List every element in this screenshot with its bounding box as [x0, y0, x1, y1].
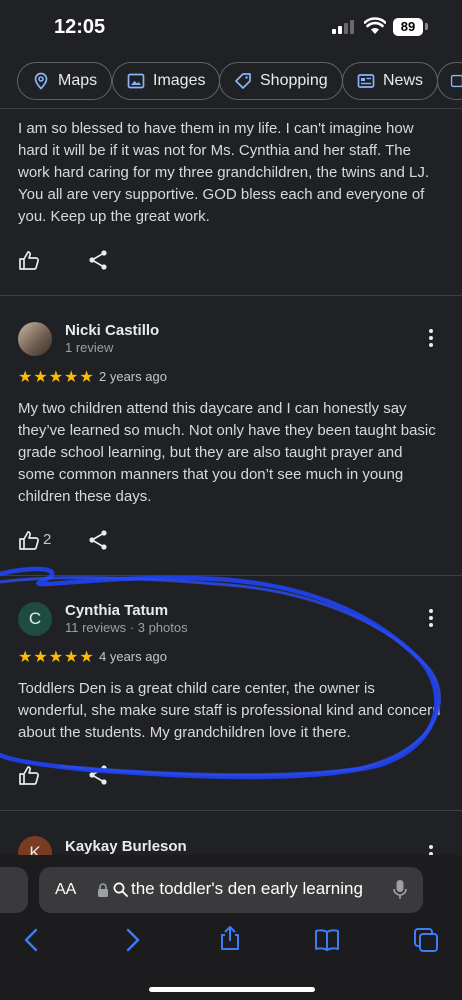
blue-annotation-scribble — [0, 566, 441, 780]
cellular-signal-icon — [332, 20, 354, 34]
chip-label: Maps — [58, 72, 98, 89]
tabs-icon[interactable] — [413, 927, 439, 953]
battery-tip — [425, 23, 428, 30]
review-text: My two children attend this daycare and … — [18, 400, 436, 505]
book-icon — [450, 74, 462, 88]
lock-icon — [98, 883, 108, 897]
divider — [0, 108, 462, 109]
reviewer-name[interactable]: Nicki Castillo — [65, 322, 159, 339]
chip-label: Shopping — [260, 72, 328, 89]
chip-label: Images — [153, 72, 206, 89]
thumbs-up-icon[interactable] — [18, 529, 40, 551]
address-bar[interactable]: AA the toddler's den early learning — [39, 867, 423, 913]
wifi-icon — [364, 17, 386, 34]
divider — [0, 295, 462, 296]
newspaper-icon — [357, 74, 375, 88]
back-arrow-icon[interactable] — [19, 927, 45, 953]
microphone-icon[interactable] — [393, 879, 407, 901]
battery-level: 89 — [393, 18, 423, 36]
chip-shopping[interactable]: Shopping — [219, 62, 343, 100]
avatar[interactable] — [18, 322, 52, 356]
review-date: 2 years ago — [99, 369, 167, 384]
previous-tab-preview[interactable] — [0, 867, 28, 913]
share-icon[interactable] — [217, 925, 243, 951]
star-rating: ★★★★★ — [18, 369, 95, 386]
search-icon — [113, 882, 128, 897]
share-icon[interactable] — [87, 529, 109, 551]
home-indicator — [149, 987, 315, 992]
like-count: 2 — [43, 531, 52, 548]
chip-maps[interactable]: Maps — [17, 62, 113, 100]
search-filter-chips: Maps Images Shopping News — [0, 62, 462, 102]
status-bar: 12:05 89 — [0, 0, 462, 56]
reader-view-button[interactable]: AA — [55, 881, 76, 899]
more-options-icon[interactable] — [426, 328, 436, 348]
chip-images[interactable]: Images — [112, 62, 221, 100]
map-pin-icon — [34, 72, 48, 90]
forward-arrow-icon[interactable] — [119, 927, 145, 953]
status-time: 12:05 — [54, 16, 106, 38]
tag-icon — [235, 73, 251, 89]
browser-toolbar: AA the toddler's den early learning — [0, 855, 462, 1000]
url-text[interactable]: the toddler's den early learning — [131, 879, 363, 899]
divider — [0, 810, 462, 811]
image-icon — [127, 73, 145, 89]
chip-label: News — [383, 72, 424, 89]
reviewer-meta: 1 review — [65, 340, 114, 355]
review-text: I am so blessed to have them in my life.… — [18, 120, 430, 225]
reviewer-name[interactable]: Kaykay Burleson — [65, 838, 187, 855]
share-icon[interactable] — [87, 249, 109, 271]
chip-news[interactable]: News — [342, 62, 439, 100]
bookmarks-icon[interactable] — [314, 927, 340, 953]
chip-more[interactable] — [437, 62, 462, 100]
thumbs-up-icon[interactable] — [18, 249, 40, 271]
